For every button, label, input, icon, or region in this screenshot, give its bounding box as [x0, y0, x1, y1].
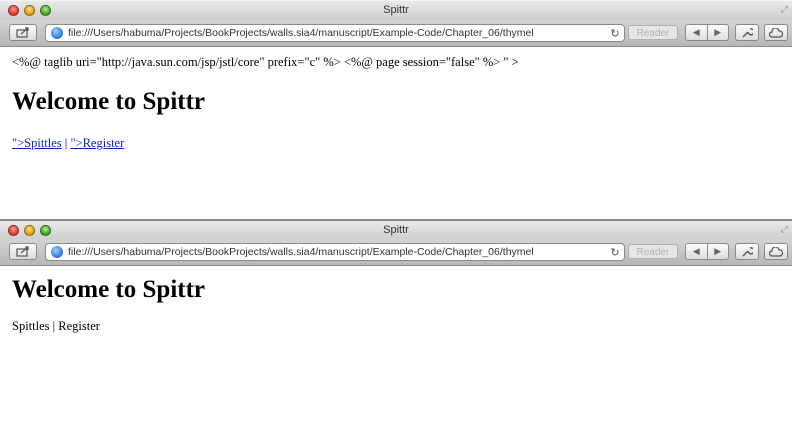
nav-links: ">Spittles | ">Register [12, 136, 780, 151]
wrench-icon [742, 27, 753, 37]
reload-icon[interactable]: ↻ [608, 246, 622, 259]
page-content: Welcome to Spittr Spittles | Register [0, 276, 792, 334]
register-link[interactable]: ">Register [70, 136, 124, 150]
back-icon[interactable]: ◀ [686, 244, 707, 259]
url-text[interactable]: file:///Users/habuma/Projects/BookProjec… [68, 27, 608, 39]
fullscreen-icon[interactable]: ⤢ [781, 225, 788, 235]
address-bar[interactable]: file:///Users/habuma/Projects/BookProjec… [45, 243, 625, 261]
reload-icon[interactable]: ↻ [608, 27, 622, 40]
reader-button[interactable]: Reader [628, 244, 678, 259]
window-title: Spittr [383, 224, 409, 236]
icloud-button[interactable] [764, 243, 788, 260]
share-icon [16, 246, 29, 257]
nav-text: Spittles | Register [12, 319, 780, 334]
page-heading: Welcome to Spittr [12, 88, 206, 115]
address-bar[interactable]: file:///Users/habuma/Projects/BookProjec… [45, 24, 625, 42]
browser-toolbar: file:///Users/habuma/Projects/BookProjec… [0, 239, 792, 266]
forward-icon[interactable]: ▶ [706, 25, 729, 40]
browser-toolbar: file:///Users/habuma/Projects/BookProjec… [0, 20, 792, 47]
back-icon[interactable]: ◀ [686, 25, 707, 40]
window-title: Spittr [383, 4, 409, 16]
url-text[interactable]: file:///Users/habuma/Projects/BookProjec… [68, 246, 608, 258]
share-button[interactable] [9, 24, 37, 41]
raw-jsp-directive: <%@ taglib uri="http://java.sun.com/jsp/… [12, 55, 519, 69]
globe-icon [51, 27, 63, 39]
icloud-button[interactable] [764, 24, 788, 41]
cloud-icon [769, 27, 783, 38]
back-forward-buttons: ◀ ▶ [685, 243, 729, 260]
browser-window-jsp: Spittr ⤢ file:///Users/habuma/Projects/B… [0, 0, 792, 200]
title-bar[interactable]: Spittr ⤢ [0, 0, 792, 20]
reader-button[interactable]: Reader [628, 25, 678, 40]
spittles-link[interactable]: ">Spittles [12, 136, 62, 150]
spittles-text: Spittles [12, 319, 50, 333]
register-text: Register [58, 319, 100, 333]
fullscreen-icon[interactable]: ⤢ [781, 5, 788, 15]
wrench-icon [742, 246, 753, 256]
title-bar[interactable]: Spittr ⤢ [0, 219, 792, 239]
browser-window-thymeleaf: Spittr ⤢ file:///Users/habuma/Projects/B… [0, 219, 792, 427]
globe-icon [51, 246, 63, 258]
back-forward-buttons: ◀ ▶ [685, 24, 729, 41]
share-icon [16, 27, 29, 38]
cloud-icon [769, 246, 783, 257]
forward-icon[interactable]: ▶ [706, 244, 729, 259]
text-separator: | [49, 319, 59, 333]
share-button[interactable] [9, 243, 37, 260]
page-content: <%@ taglib uri="http://java.sun.com/jsp/… [0, 55, 792, 151]
wrench-button[interactable] [735, 243, 759, 260]
wrench-button[interactable] [735, 24, 759, 41]
page-heading: Welcome to Spittr [12, 276, 206, 303]
